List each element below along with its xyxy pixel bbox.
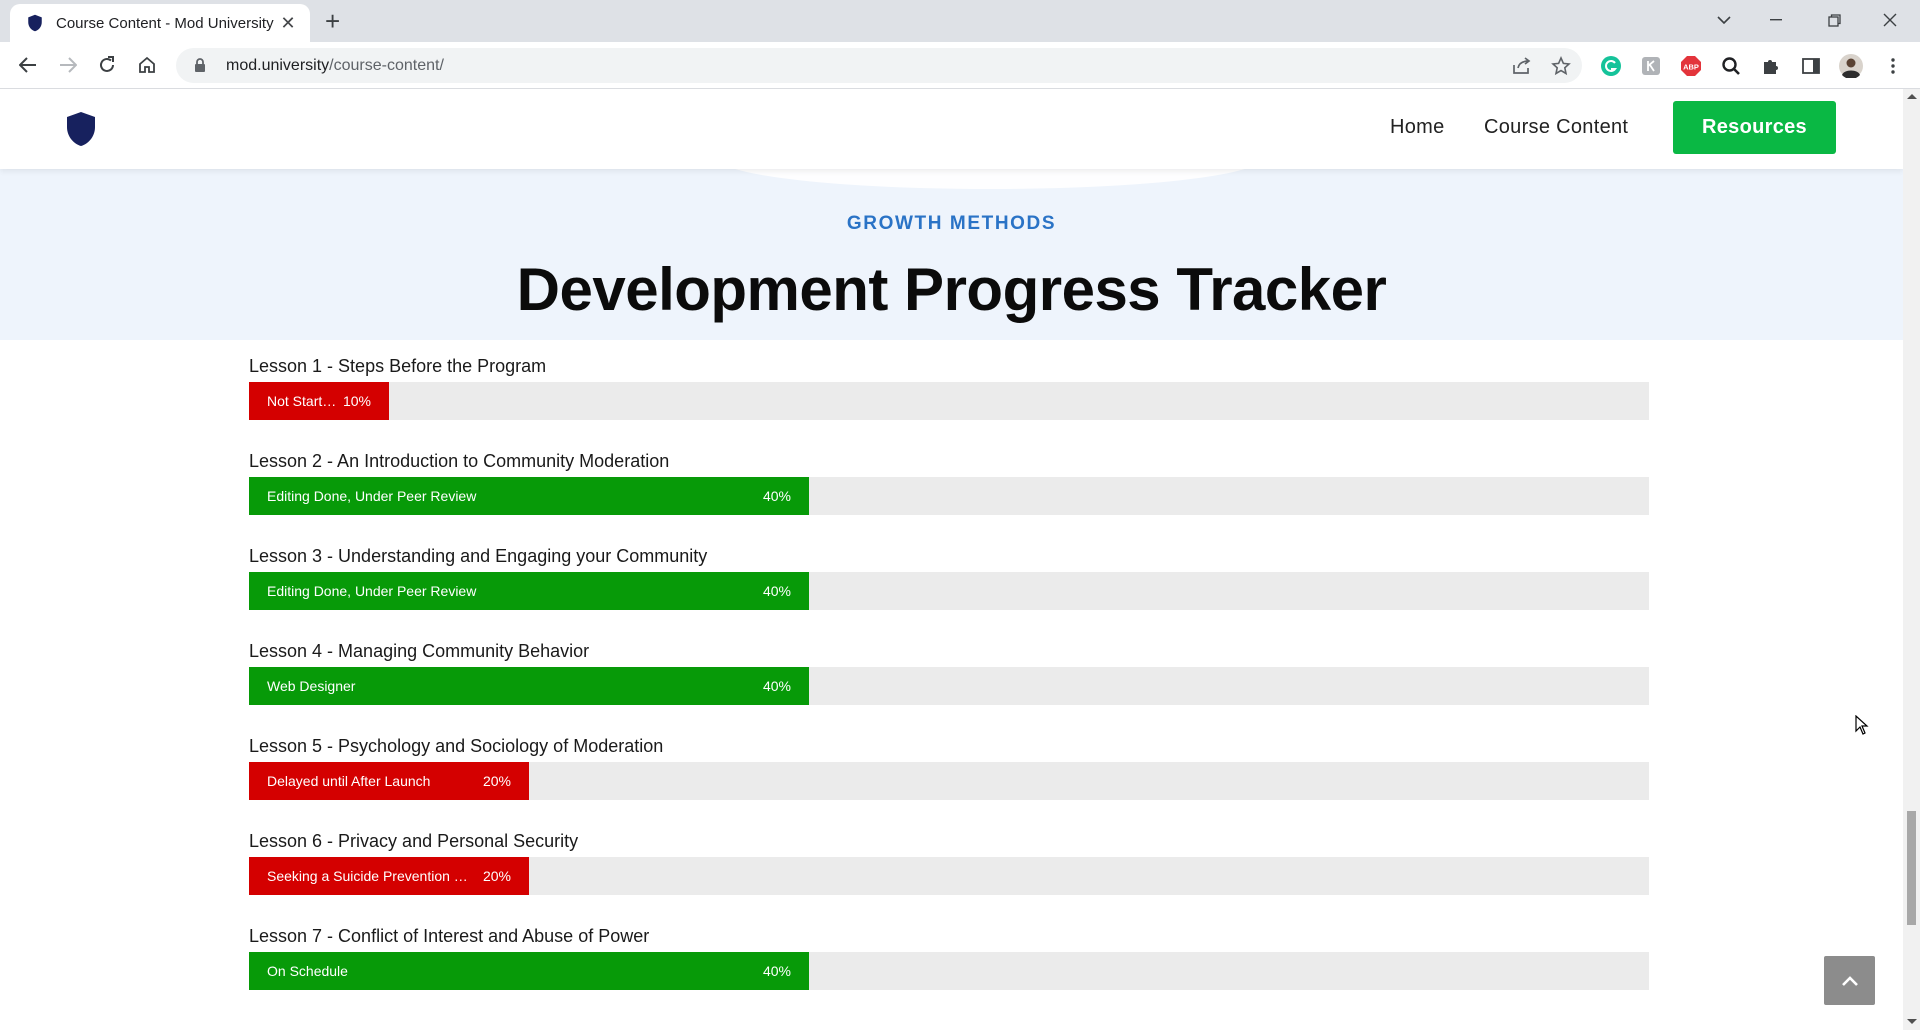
lesson-title: Lesson 6 - Privacy and Personal Security	[249, 831, 579, 851]
profile-avatar-icon[interactable]	[1839, 54, 1863, 78]
share-icon[interactable]	[1511, 55, 1533, 77]
progress-bar-fill: Web Designer 40%	[249, 667, 809, 705]
lesson-item: Lesson 4 - Managing Community Behavior W…	[249, 641, 1649, 705]
progress-bar-fill: Delayed until After Launch 20%	[249, 762, 529, 800]
forward-arrow-icon[interactable]	[54, 51, 82, 79]
lock-icon[interactable]	[194, 57, 208, 74]
side-panel-icon[interactable]	[1799, 54, 1823, 78]
svg-text:ABP: ABP	[1683, 63, 1699, 72]
address-bar[interactable]: mod.university/course-content/	[176, 48, 1582, 83]
close-window-icon[interactable]	[1862, 0, 1918, 40]
reload-icon[interactable]	[93, 51, 121, 79]
lesson-item: Lesson 3 - Understanding and Engaging yo…	[249, 546, 1649, 610]
browser-toolbar: mod.university/course-content/ ABP	[0, 42, 1920, 89]
browser-menu-kebab-icon[interactable]	[1881, 54, 1905, 78]
lesson-title: Lesson 7 - Conflict of Interest and Abus…	[249, 926, 650, 946]
page-viewport: Home Course Content Resources GROWTH MET…	[0, 89, 1903, 1030]
progress-bar-fill: On Schedule 40%	[249, 952, 809, 990]
progress-percent: 40%	[762, 963, 791, 979]
url-host: mod.university	[226, 56, 330, 74]
scroll-down-arrow-icon[interactable]	[1907, 1019, 1917, 1024]
progress-bar-fill: Not Started 10%	[249, 382, 389, 420]
lesson-item: Lesson 5 - Psychology and Sociology of M…	[249, 736, 1649, 800]
progress-percent: 40%	[762, 678, 791, 694]
mouse-cursor-icon	[1855, 714, 1869, 740]
progress-track: Delayed until After Launch 20%	[249, 762, 1649, 800]
progress-track: Web Designer 40%	[249, 667, 1649, 705]
lesson-item: Lesson 7 - Conflict of Interest and Abus…	[249, 926, 1649, 990]
hero-decorative-arc	[720, 169, 1260, 189]
nav-course-content-link[interactable]: Course Content	[1484, 116, 1628, 139]
restore-icon[interactable]	[1806, 0, 1862, 40]
section-eyebrow: GROWTH METHODS	[846, 213, 1057, 234]
progress-status-label: Editing Done, Under Peer Review	[267, 488, 477, 504]
progress-track: Editing Done, Under Peer Review 40%	[249, 477, 1649, 515]
progress-percent: 40%	[762, 583, 791, 599]
site-header: Home Course Content Resources	[0, 89, 1903, 169]
page-scrollbar[interactable]	[1903, 89, 1920, 1030]
lesson-title: Lesson 3 - Understanding and Engaging yo…	[249, 546, 708, 566]
page-title: Development Progress Tracker	[516, 256, 1387, 323]
progress-track: Editing Done, Under Peer Review 40%	[249, 572, 1649, 610]
progress-status-label: Web Designer	[267, 678, 356, 694]
scroll-up-arrow-icon[interactable]	[1907, 94, 1917, 99]
progress-status-label: Seeking a Suicide Prevention Ex...	[267, 868, 477, 884]
progress-status-label: Delayed until After Launch	[267, 773, 431, 789]
adblock-plus-icon[interactable]: ABP	[1679, 54, 1703, 78]
chevron-up-icon	[1841, 975, 1858, 986]
scrollbar-thumb[interactable]	[1907, 811, 1916, 925]
lesson-item: Lesson 1 - Steps Before the Program Not …	[249, 356, 1649, 420]
progress-status-label: Editing Done, Under Peer Review	[267, 583, 477, 599]
lesson-item: Lesson 6 - Privacy and Personal Security…	[249, 831, 1649, 895]
magnifier-extension-icon[interactable]	[1719, 54, 1743, 78]
progress-percent: 20%	[482, 773, 511, 789]
progress-bar-fill: Seeking a Suicide Prevention Ex... 20%	[249, 857, 529, 895]
lesson-title: Lesson 4 - Managing Community Behavior	[249, 641, 590, 661]
progress-track: Not Started 10%	[249, 382, 1649, 420]
grammarly-extension-icon[interactable]	[1599, 54, 1623, 78]
site-logo-shield-icon[interactable]	[66, 111, 96, 147]
tab-search-chevron-icon[interactable]	[1696, 0, 1752, 40]
extension-gray-icon[interactable]	[1639, 54, 1663, 78]
progress-percent: 10%	[342, 393, 371, 409]
extensions-puzzle-icon[interactable]	[1759, 54, 1783, 78]
nav-home-link[interactable]: Home	[1390, 116, 1445, 139]
new-tab-plus-icon[interactable]: +	[325, 8, 340, 34]
progress-status-label: On Schedule	[267, 963, 348, 979]
progress-bar-fill: Editing Done, Under Peer Review 40%	[249, 572, 809, 610]
lesson-title: Lesson 5 - Psychology and Sociology of M…	[249, 736, 664, 756]
hero-section: GROWTH METHODS Development Progress Trac…	[0, 169, 1903, 340]
scroll-to-top-button[interactable]	[1824, 956, 1875, 1005]
lesson-item: Lesson 2 - An Introduction to Community …	[249, 451, 1649, 515]
progress-track: Seeking a Suicide Prevention Ex... 20%	[249, 857, 1649, 895]
lesson-title: Lesson 1 - Steps Before the Program	[249, 356, 547, 376]
progress-status-label: Not Started	[267, 393, 337, 409]
lesson-title: Lesson 2 - An Introduction to Community …	[249, 451, 670, 471]
tab-close-icon[interactable]: ✕	[278, 13, 298, 34]
url-path: /course-content/	[329, 56, 444, 74]
minimize-icon[interactable]	[1748, 0, 1804, 40]
progress-track: On Schedule 40%	[249, 952, 1649, 990]
back-arrow-icon[interactable]	[14, 51, 42, 79]
resources-button[interactable]: Resources	[1673, 101, 1836, 154]
progress-percent: 20%	[482, 868, 511, 884]
browser-tab-active[interactable]: Course Content - Mod University ✕	[10, 4, 310, 42]
bookmark-star-icon[interactable]	[1550, 55, 1572, 77]
progress-bar-fill: Editing Done, Under Peer Review 40%	[249, 477, 809, 515]
site-shield-favicon-icon	[26, 14, 44, 32]
browser-tab-strip: Course Content - Mod University ✕ +	[0, 0, 1920, 42]
tab-title: Course Content - Mod University	[56, 14, 274, 32]
progress-percent: 40%	[762, 488, 791, 504]
home-icon[interactable]	[133, 51, 161, 79]
